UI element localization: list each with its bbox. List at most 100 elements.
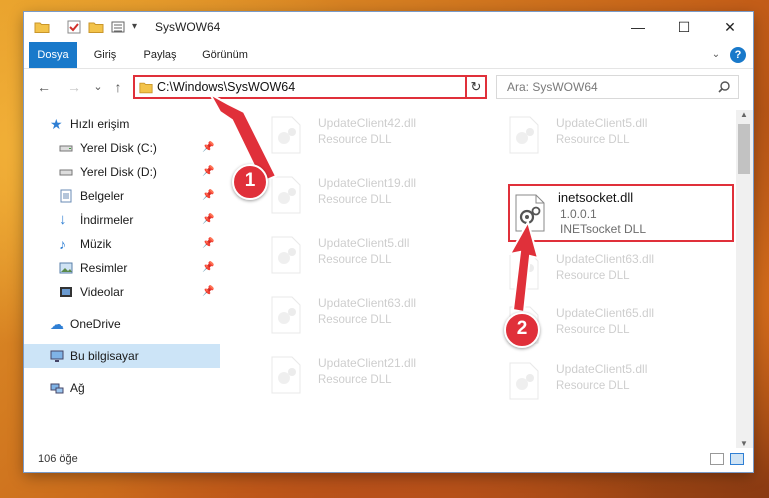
file-type: Resource DLL: [318, 194, 392, 206]
file-type: Resource DLL: [556, 324, 630, 336]
sidebar-item-label: Müzik: [80, 237, 112, 251]
forward-button[interactable]: →: [64, 76, 84, 98]
search-input[interactable]: Ara: SysWOW64: [507, 80, 598, 94]
pin-icon: 📌: [202, 142, 215, 153]
sidebar-item-label: OneDrive: [70, 317, 121, 331]
properties-icon[interactable]: [66, 19, 82, 35]
sidebar-item-label: Videolar: [80, 285, 124, 299]
sidebar-item-label: Resimler: [80, 261, 128, 275]
view-icon[interactable]: [110, 19, 126, 35]
file-name: UpdateClient65.dll: [556, 306, 655, 320]
dll-file-icon: [271, 116, 301, 154]
pin-icon: 📌: [202, 166, 215, 177]
search-icon[interactable]: [718, 81, 730, 93]
drive-icon: [59, 169, 73, 176]
customize-qat-icon[interactable]: ▾: [132, 19, 148, 35]
documents-icon: [60, 189, 72, 203]
sidebar-item-label: Bu bilgisayar: [70, 349, 139, 363]
sidebar-item-label: Belgeler: [80, 189, 125, 203]
dll-file-icon: [509, 362, 539, 400]
tiles-view-icon[interactable]: [730, 453, 744, 465]
file-name: UpdateClient5.dll: [318, 236, 410, 250]
highlighted-file-inetsocket[interactable]: inetsocket.dll 1.0.0.1 INETsocket DLL: [508, 184, 734, 242]
navigation-bar: ← → ⌄ ↑ C:\Windows\SysWOW64 ⌄ ↻ Ara: Sys…: [24, 72, 753, 102]
sidebar-item-drive-c[interactable]: Yerel Disk (C:) 📌: [24, 136, 220, 160]
dll-file-icon: [271, 356, 301, 394]
new-folder-icon[interactable]: [88, 19, 104, 35]
ribbon-expand-icon[interactable]: ⌄: [708, 42, 724, 68]
sidebar-item-label: İndirmeler: [80, 213, 134, 227]
pictures-icon: [59, 262, 73, 274]
list-item[interactable]: UpdateClient42.dll Resource DLL: [266, 110, 486, 162]
list-item[interactable]: UpdateClient63.dll Resource DLL: [266, 290, 486, 342]
file-name: UpdateClient63.dll: [556, 252, 655, 266]
sidebar-item-label: Ağ: [70, 381, 85, 395]
folder-icon: [34, 22, 50, 33]
sidebar-item-network[interactable]: Ağ: [24, 376, 220, 400]
file-name: UpdateClient42.dll: [318, 116, 417, 130]
sidebar-item-quick-access[interactable]: ★ Hızlı erişim: [24, 112, 220, 136]
maximize-button[interactable]: ☐: [661, 12, 707, 42]
close-button[interactable]: ✕: [707, 12, 753, 42]
file-name: UpdateClient21.dll: [318, 356, 417, 370]
pin-icon: 📌: [202, 286, 215, 297]
file-type: Resource DLL: [318, 374, 392, 386]
file-type: Resource DLL: [318, 314, 392, 326]
title-bar: ▾ SysWOW64 — ☐ ✕: [24, 12, 753, 42]
refresh-button[interactable]: ↻: [465, 75, 487, 99]
pin-icon: 📌: [202, 214, 215, 225]
help-button[interactable]: ?: [730, 47, 746, 63]
sidebar-item-videos[interactable]: Videolar 📌: [24, 280, 220, 304]
dll-file-icon: [271, 176, 301, 214]
tab-home[interactable]: Giriş: [87, 42, 123, 68]
vertical-scrollbar[interactable]: ▲ ▼: [736, 110, 753, 448]
list-item[interactable]: UpdateClient21.dll Resource DLL: [266, 350, 486, 402]
dll-file-icon: [271, 296, 301, 334]
sidebar-item-drive-d[interactable]: Yerel Disk (D:) 📌: [24, 160, 220, 184]
status-bar: 106 öğe: [24, 448, 753, 472]
scroll-down-icon[interactable]: ▼: [740, 439, 748, 448]
sidebar-item-downloads[interactable]: ↓ İndirmeler 📌: [24, 208, 220, 232]
explorer-window: ▾ SysWOW64 — ☐ ✕ Dosya Giriş Paylaş Görü…: [24, 12, 753, 472]
file-type: Resource DLL: [556, 380, 630, 392]
address-path: C:\Windows\SysWOW64: [157, 80, 296, 94]
scrollbar-thumb[interactable]: [738, 124, 750, 174]
list-item[interactable]: UpdateClient5.dll Resource DLL: [504, 356, 724, 408]
music-icon: ♪: [59, 236, 66, 252]
cloud-icon: ☁: [50, 316, 64, 332]
recent-locations-button[interactable]: ⌄: [88, 76, 108, 98]
item-count: 106 öğe: [38, 453, 78, 465]
scroll-up-icon[interactable]: ▲: [740, 110, 748, 119]
dll-file-icon: [509, 252, 539, 290]
sidebar-item-documents[interactable]: Belgeler 📌: [24, 184, 220, 208]
file-name: inetsocket.dll: [558, 190, 634, 205]
file-list: UpdateClient42.dll Resource DLL UpdateCl…: [242, 110, 736, 444]
details-view-icon[interactable]: [710, 453, 724, 465]
search-box[interactable]: Ara: SysWOW64: [496, 75, 739, 99]
file-type: Resource DLL: [318, 134, 392, 146]
minimize-button[interactable]: —: [615, 12, 661, 42]
back-button[interactable]: ←: [34, 76, 54, 98]
tab-view[interactable]: Görünüm: [196, 42, 254, 68]
sidebar-item-music[interactable]: ♪ Müzik 📌: [24, 232, 220, 256]
list-item[interactable]: UpdateClient63.dll Resource DLL: [504, 246, 724, 298]
tab-file[interactable]: Dosya: [29, 42, 77, 68]
computer-icon: [50, 350, 64, 362]
tab-share[interactable]: Paylaş: [138, 42, 182, 68]
sidebar-item-onedrive[interactable]: ☁ OneDrive: [24, 312, 220, 336]
sidebar-item-label: Hızlı erişim: [70, 117, 130, 131]
file-description: INETsocket DLL: [560, 222, 647, 236]
sidebar-item-this-pc[interactable]: Bu bilgisayar: [24, 344, 220, 368]
file-name: UpdateClient19.dll: [318, 176, 417, 190]
list-item[interactable]: UpdateClient5.dll Resource DLL: [504, 110, 724, 162]
up-button[interactable]: ↑: [108, 76, 128, 98]
file-name: UpdateClient63.dll: [318, 296, 417, 310]
list-item[interactable]: UpdateClient19.dll Resource DLL: [266, 170, 486, 222]
sidebar-item-label: Yerel Disk (D:): [80, 165, 157, 179]
network-icon: [50, 383, 64, 394]
sidebar-item-pictures[interactable]: Resimler 📌: [24, 256, 220, 280]
pin-icon: 📌: [202, 190, 215, 201]
list-item[interactable]: UpdateClient5.dll Resource DLL: [266, 230, 486, 282]
address-bar[interactable]: C:\Windows\SysWOW64 ⌄: [133, 75, 485, 99]
sidebar-item-label: Yerel Disk (C:): [80, 141, 157, 155]
